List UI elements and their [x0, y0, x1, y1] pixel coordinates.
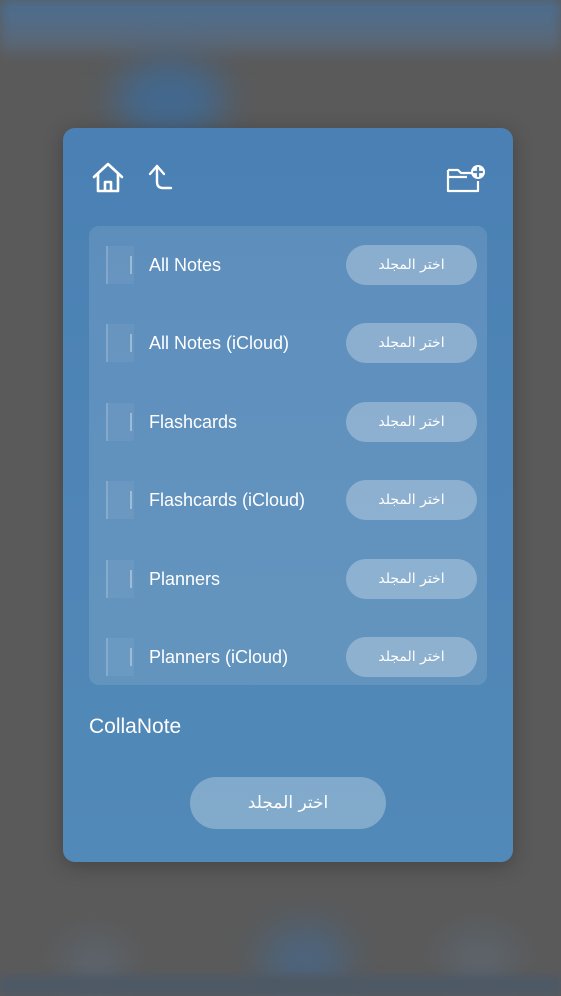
folder-icon: [106, 246, 134, 284]
folder-name: Planners: [149, 569, 221, 589]
select-folder-button[interactable]: اختر المجلد: [346, 245, 477, 285]
background-bottom-bar: [0, 975, 561, 996]
folder-row[interactable]: Planners (iCloud) اختر المجلد: [89, 618, 487, 685]
folder-icon: [106, 481, 134, 519]
new-folder-icon: [446, 165, 485, 193]
up-button[interactable]: [146, 160, 174, 196]
select-folder-button[interactable]: اختر المجلد: [346, 637, 477, 677]
select-folder-button[interactable]: اختر المجلد: [346, 402, 477, 442]
folder-row[interactable]: All Notes اختر المجلد: [89, 226, 487, 304]
folder-name: All Notes (iCloud): [149, 333, 290, 353]
select-folder-button[interactable]: اختر المجلد: [346, 559, 477, 599]
folder-row[interactable]: Flashcards (iCloud) اختر المجلد: [89, 461, 487, 539]
folder-name: Flashcards: [149, 412, 238, 432]
folder-icon: [106, 403, 134, 441]
current-folder-label: CollaNote: [89, 715, 182, 738]
folder-row[interactable]: Flashcards اختر المجلد: [89, 383, 487, 461]
folder-row[interactable]: Planners اختر المجلد: [89, 540, 487, 618]
folder-name: All Notes: [149, 255, 222, 275]
select-current-folder-button[interactable]: اختر المجلد: [190, 777, 386, 829]
select-folder-button[interactable]: اختر المجلد: [346, 323, 477, 363]
arrow-up-icon: [148, 164, 173, 190]
select-folder-button[interactable]: اختر المجلد: [346, 480, 477, 520]
folder-row[interactable]: All Notes (iCloud) اختر المجلد: [89, 304, 487, 382]
new-folder-button[interactable]: [445, 164, 487, 194]
home-icon: [92, 162, 124, 193]
folder-icon: [106, 638, 134, 676]
folder-icon: [106, 560, 134, 598]
folder-list[interactable]: All Notes اختر المجلد All Notes (iCloud)…: [89, 226, 487, 685]
background-topbar: [0, 0, 561, 60]
folder-name: Flashcards (iCloud): [149, 490, 306, 510]
folder-name: Planners (iCloud): [149, 647, 289, 667]
home-button[interactable]: [91, 160, 125, 196]
folder-picker-sheet: All Notes اختر المجلد All Notes (iCloud)…: [63, 128, 513, 862]
folder-icon: [106, 324, 134, 362]
